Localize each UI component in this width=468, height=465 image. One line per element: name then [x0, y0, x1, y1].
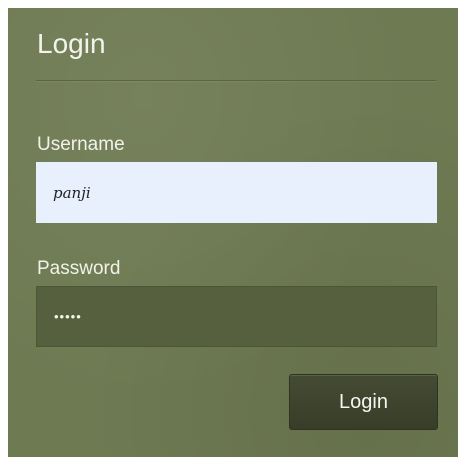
username-input[interactable]: [36, 162, 437, 223]
password-label: Password: [37, 258, 121, 279]
password-input[interactable]: [36, 286, 437, 347]
title-divider: [36, 80, 436, 82]
username-label: Username: [37, 134, 125, 155]
login-title: Login: [37, 28, 106, 59]
login-panel: Login Username Password Login: [8, 8, 458, 457]
login-button[interactable]: Login: [289, 374, 438, 430]
